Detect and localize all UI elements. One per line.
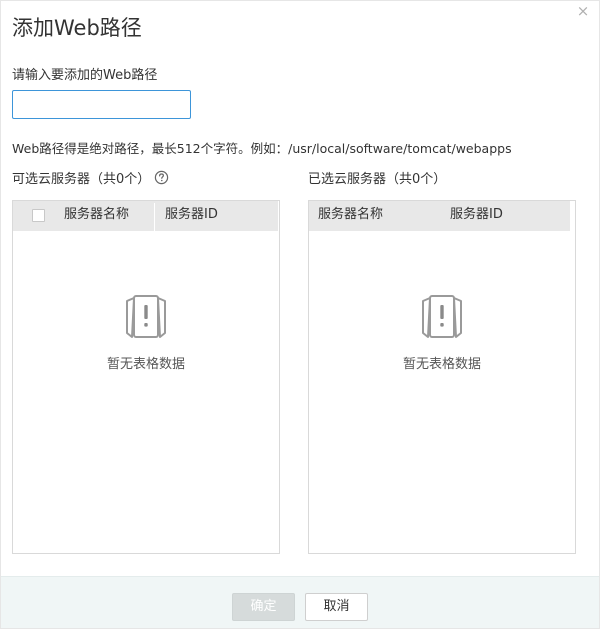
available-empty-text: 暂无表格数据 xyxy=(106,357,185,372)
column-server-id[interactable]: 服务器ID xyxy=(165,201,218,231)
add-web-path-dialog: × 添加Web路径 请输入要添加的Web路径 Web路径得是绝对路径，最长512… xyxy=(0,0,600,629)
select-all-checkbox[interactable] xyxy=(32,209,45,222)
close-icon[interactable]: × xyxy=(575,3,591,19)
selected-servers-title: 已选云服务器（共0个） xyxy=(308,168,446,187)
cancel-button[interactable]: 取消 xyxy=(305,593,368,621)
column-server-name[interactable]: 服务器名称 xyxy=(318,201,383,231)
available-servers-title-text: 可选云服务器（共0个） xyxy=(12,172,151,187)
web-path-input[interactable] xyxy=(12,90,191,119)
selected-servers-title-text: 已选云服务器（共0个） xyxy=(308,172,447,187)
web-path-hint: Web路径得是绝对路径，最长512个字符。例如：/usr/local/softw… xyxy=(12,141,512,156)
available-table-header: 服务器名称 服务器ID xyxy=(13,201,278,231)
confirm-button[interactable]: 确定 xyxy=(232,593,295,621)
selected-table-header: 服务器名称 服务器ID xyxy=(309,201,570,231)
available-servers-title: 可选云服务器（共0个） xyxy=(12,168,169,187)
selected-empty-text: 暂无表格数据 xyxy=(402,357,481,372)
available-empty-state: 暂无表格数据 xyxy=(13,293,279,372)
selected-empty-state: 暂无表格数据 xyxy=(309,293,575,372)
web-path-label: 请输入要添加的Web路径 xyxy=(12,68,158,83)
selected-servers-table: 服务器名称 服务器ID 暂无表格数据 xyxy=(308,200,576,554)
dialog-title: 添加Web路径 xyxy=(12,16,142,40)
column-server-name[interactable]: 服务器名称 xyxy=(64,201,129,231)
empty-document-icon xyxy=(422,295,462,338)
dialog-footer: 确定 取消 xyxy=(1,576,599,628)
help-circle-icon[interactable] xyxy=(154,170,169,185)
column-divider xyxy=(154,203,155,231)
empty-document-icon xyxy=(126,295,166,338)
available-servers-table: 服务器名称 服务器ID 暂无表格数据 xyxy=(12,200,280,554)
column-server-id[interactable]: 服务器ID xyxy=(450,201,503,231)
